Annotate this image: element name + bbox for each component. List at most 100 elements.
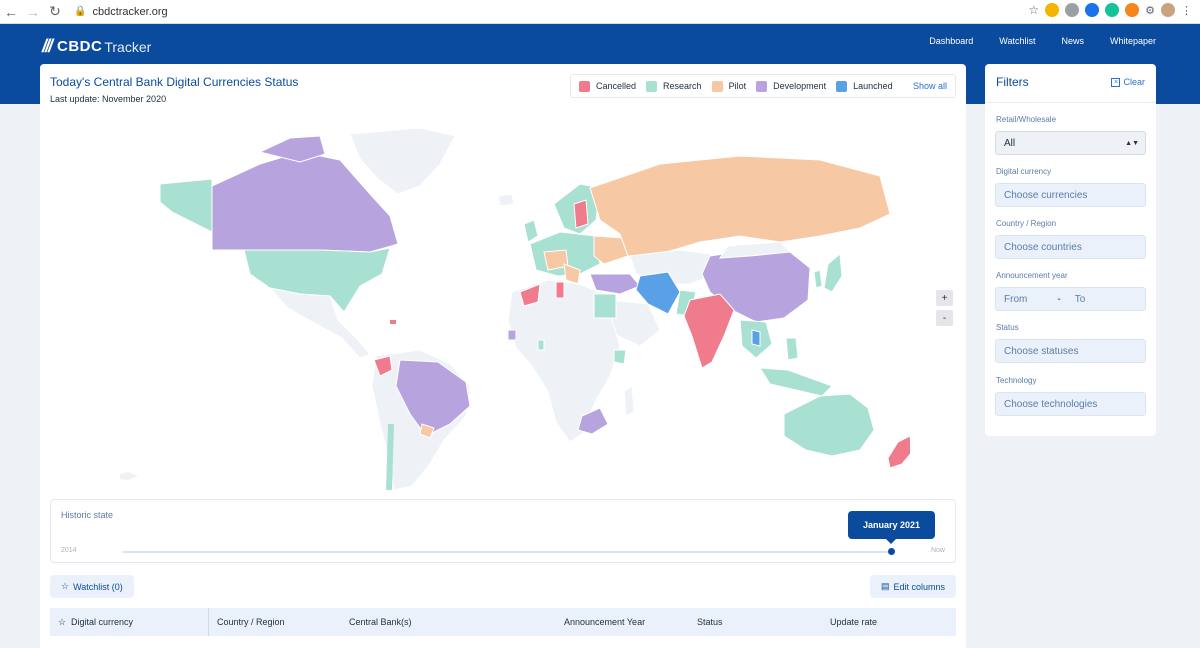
- range-separator: -: [1057, 293, 1061, 305]
- timeline-track[interactable]: [123, 551, 891, 553]
- col-central-bank[interactable]: Central Bank(s): [349, 617, 412, 627]
- map-region[interactable]: [593, 293, 617, 319]
- edit-columns-label: Edit columns: [893, 581, 945, 592]
- map-region[interactable]: [623, 385, 635, 417]
- map-region[interactable]: [759, 367, 833, 397]
- filter-label: Retail/Wholesale: [996, 115, 1057, 124]
- year-to[interactable]: To: [1075, 294, 1086, 305]
- nav-watchlist[interactable]: Watchlist: [999, 36, 1035, 46]
- map-region[interactable]: [523, 219, 539, 243]
- timeline-handle[interactable]: [888, 548, 895, 555]
- legend-research[interactable]: Research: [646, 80, 702, 92]
- col-digital-currency[interactable]: Digital currency: [71, 617, 133, 627]
- watchlist-label: Watchlist (0): [73, 581, 123, 592]
- back-icon[interactable]: ←: [0, 1, 22, 23]
- map-region[interactable]: [785, 337, 799, 361]
- nav-news[interactable]: News: [1061, 36, 1084, 46]
- legend-development[interactable]: Development: [756, 80, 826, 92]
- legend-label: Cancelled: [596, 81, 637, 91]
- table-header: ☆ Digital currency Country / Region Cent…: [50, 608, 956, 636]
- edit-columns-button[interactable]: ▤ Edit columns: [869, 575, 956, 598]
- swatch-development: [756, 80, 768, 92]
- map-region[interactable]: [823, 253, 843, 293]
- puzzle-icon[interactable]: ⚙: [1145, 4, 1155, 17]
- col-country[interactable]: Country / Region: [217, 617, 285, 627]
- swatch-research: [646, 80, 658, 92]
- country-input[interactable]: Choose countries: [995, 235, 1146, 259]
- col-update-rate[interactable]: Update rate: [830, 617, 877, 627]
- year-range-input[interactable]: From - To: [995, 287, 1146, 311]
- watchlist-button[interactable]: ☆ Watchlist (0): [50, 575, 134, 598]
- extension-icon[interactable]: [1065, 3, 1080, 17]
- column-divider: [208, 608, 209, 636]
- map-region[interactable]: [349, 127, 456, 195]
- status-input[interactable]: Choose statuses: [995, 339, 1146, 363]
- menu-icon[interactable]: ⋮: [1181, 4, 1192, 17]
- show-all-link[interactable]: Show all: [913, 81, 947, 91]
- historic-state-panel: Historic state 2014 January 2021 Now: [50, 499, 956, 563]
- logo-text-light: Tracker: [104, 38, 152, 55]
- extension-icon[interactable]: [1085, 3, 1100, 17]
- map-region[interactable]: [555, 281, 565, 299]
- retail-wholesale-select[interactable]: All ▲▼: [995, 131, 1146, 155]
- col-announcement-year[interactable]: Announcement Year: [564, 617, 645, 627]
- filter-label: Digital currency: [996, 167, 1052, 176]
- timeline-tooltip: January 2021: [848, 511, 935, 544]
- map-region[interactable]: [683, 293, 735, 369]
- map-region[interactable]: [159, 178, 213, 233]
- address-bar[interactable]: 🔒 cbdctracker.org: [74, 2, 168, 22]
- legend-label: Pilot: [728, 81, 747, 91]
- currency-input[interactable]: Choose currencies: [995, 183, 1146, 207]
- close-icon: ×: [1111, 77, 1121, 87]
- map-region[interactable]: [589, 273, 641, 295]
- map-region[interactable]: [751, 329, 761, 347]
- extension-icon[interactable]: [1045, 3, 1060, 17]
- status-legend: Cancelled Research Pilot Development Lau…: [570, 74, 956, 98]
- map-region[interactable]: [887, 435, 910, 469]
- map-region[interactable]: [537, 339, 545, 351]
- legend-launched[interactable]: Launched: [836, 80, 893, 92]
- table-icon: ▤: [880, 581, 890, 591]
- forward-icon[interactable]: →: [22, 1, 44, 23]
- map-region[interactable]: [573, 199, 589, 229]
- map-region[interactable]: [268, 287, 371, 359]
- avatar[interactable]: [1161, 3, 1175, 17]
- extension-icon[interactable]: [1105, 3, 1120, 17]
- last-update: Last update: November 2020: [50, 94, 167, 104]
- reload-icon[interactable]: ↻: [44, 1, 66, 23]
- extension-icon[interactable]: [1125, 3, 1140, 17]
- map-region[interactable]: [497, 193, 515, 207]
- zoom-out-button[interactable]: -: [936, 310, 953, 326]
- technology-input[interactable]: Choose technologies: [995, 392, 1146, 416]
- nav-whitepaper[interactable]: Whitepaper: [1110, 36, 1156, 46]
- year-from[interactable]: From: [1004, 294, 1027, 305]
- map-region[interactable]: [390, 320, 396, 324]
- legend-cancelled[interactable]: Cancelled: [579, 80, 637, 92]
- extensions: ☆ ⚙ ⋮: [1028, 3, 1192, 17]
- filter-label: Announcement year: [996, 271, 1068, 280]
- clear-filters-button[interactable]: × Clear: [1111, 77, 1145, 87]
- filter-label: Country / Region: [996, 219, 1057, 228]
- logo-text-bold: CBDC: [57, 38, 103, 55]
- page-title: Today's Central Bank Digital Currencies …: [50, 75, 299, 89]
- star-icon[interactable]: ☆: [1028, 3, 1039, 17]
- map-region[interactable]: [507, 329, 517, 341]
- star-icon[interactable]: ☆: [58, 617, 66, 628]
- logo[interactable]: /// CBDC Tracker: [42, 36, 151, 57]
- select-arrows-icon: ▲▼: [1125, 139, 1139, 147]
- world-map[interactable]: [120, 124, 910, 494]
- star-icon: ☆: [61, 581, 70, 591]
- historic-label: Historic state: [61, 510, 114, 520]
- col-status[interactable]: Status: [697, 617, 723, 627]
- filters-panel: Filters × Clear Retail/Wholesale All ▲▼ …: [985, 64, 1156, 436]
- zoom-in-button[interactable]: +: [936, 290, 953, 306]
- map-region[interactable]: [613, 349, 627, 365]
- map-region[interactable]: [120, 472, 138, 480]
- map-region[interactable]: [783, 393, 875, 457]
- nav-dashboard[interactable]: Dashboard: [929, 36, 973, 46]
- map-region[interactable]: [813, 269, 823, 289]
- status-card: Today's Central Bank Digital Currencies …: [40, 64, 966, 648]
- map-region[interactable]: [589, 155, 891, 257]
- legend-pilot[interactable]: Pilot: [711, 80, 747, 92]
- timeline-end: Now: [930, 547, 945, 554]
